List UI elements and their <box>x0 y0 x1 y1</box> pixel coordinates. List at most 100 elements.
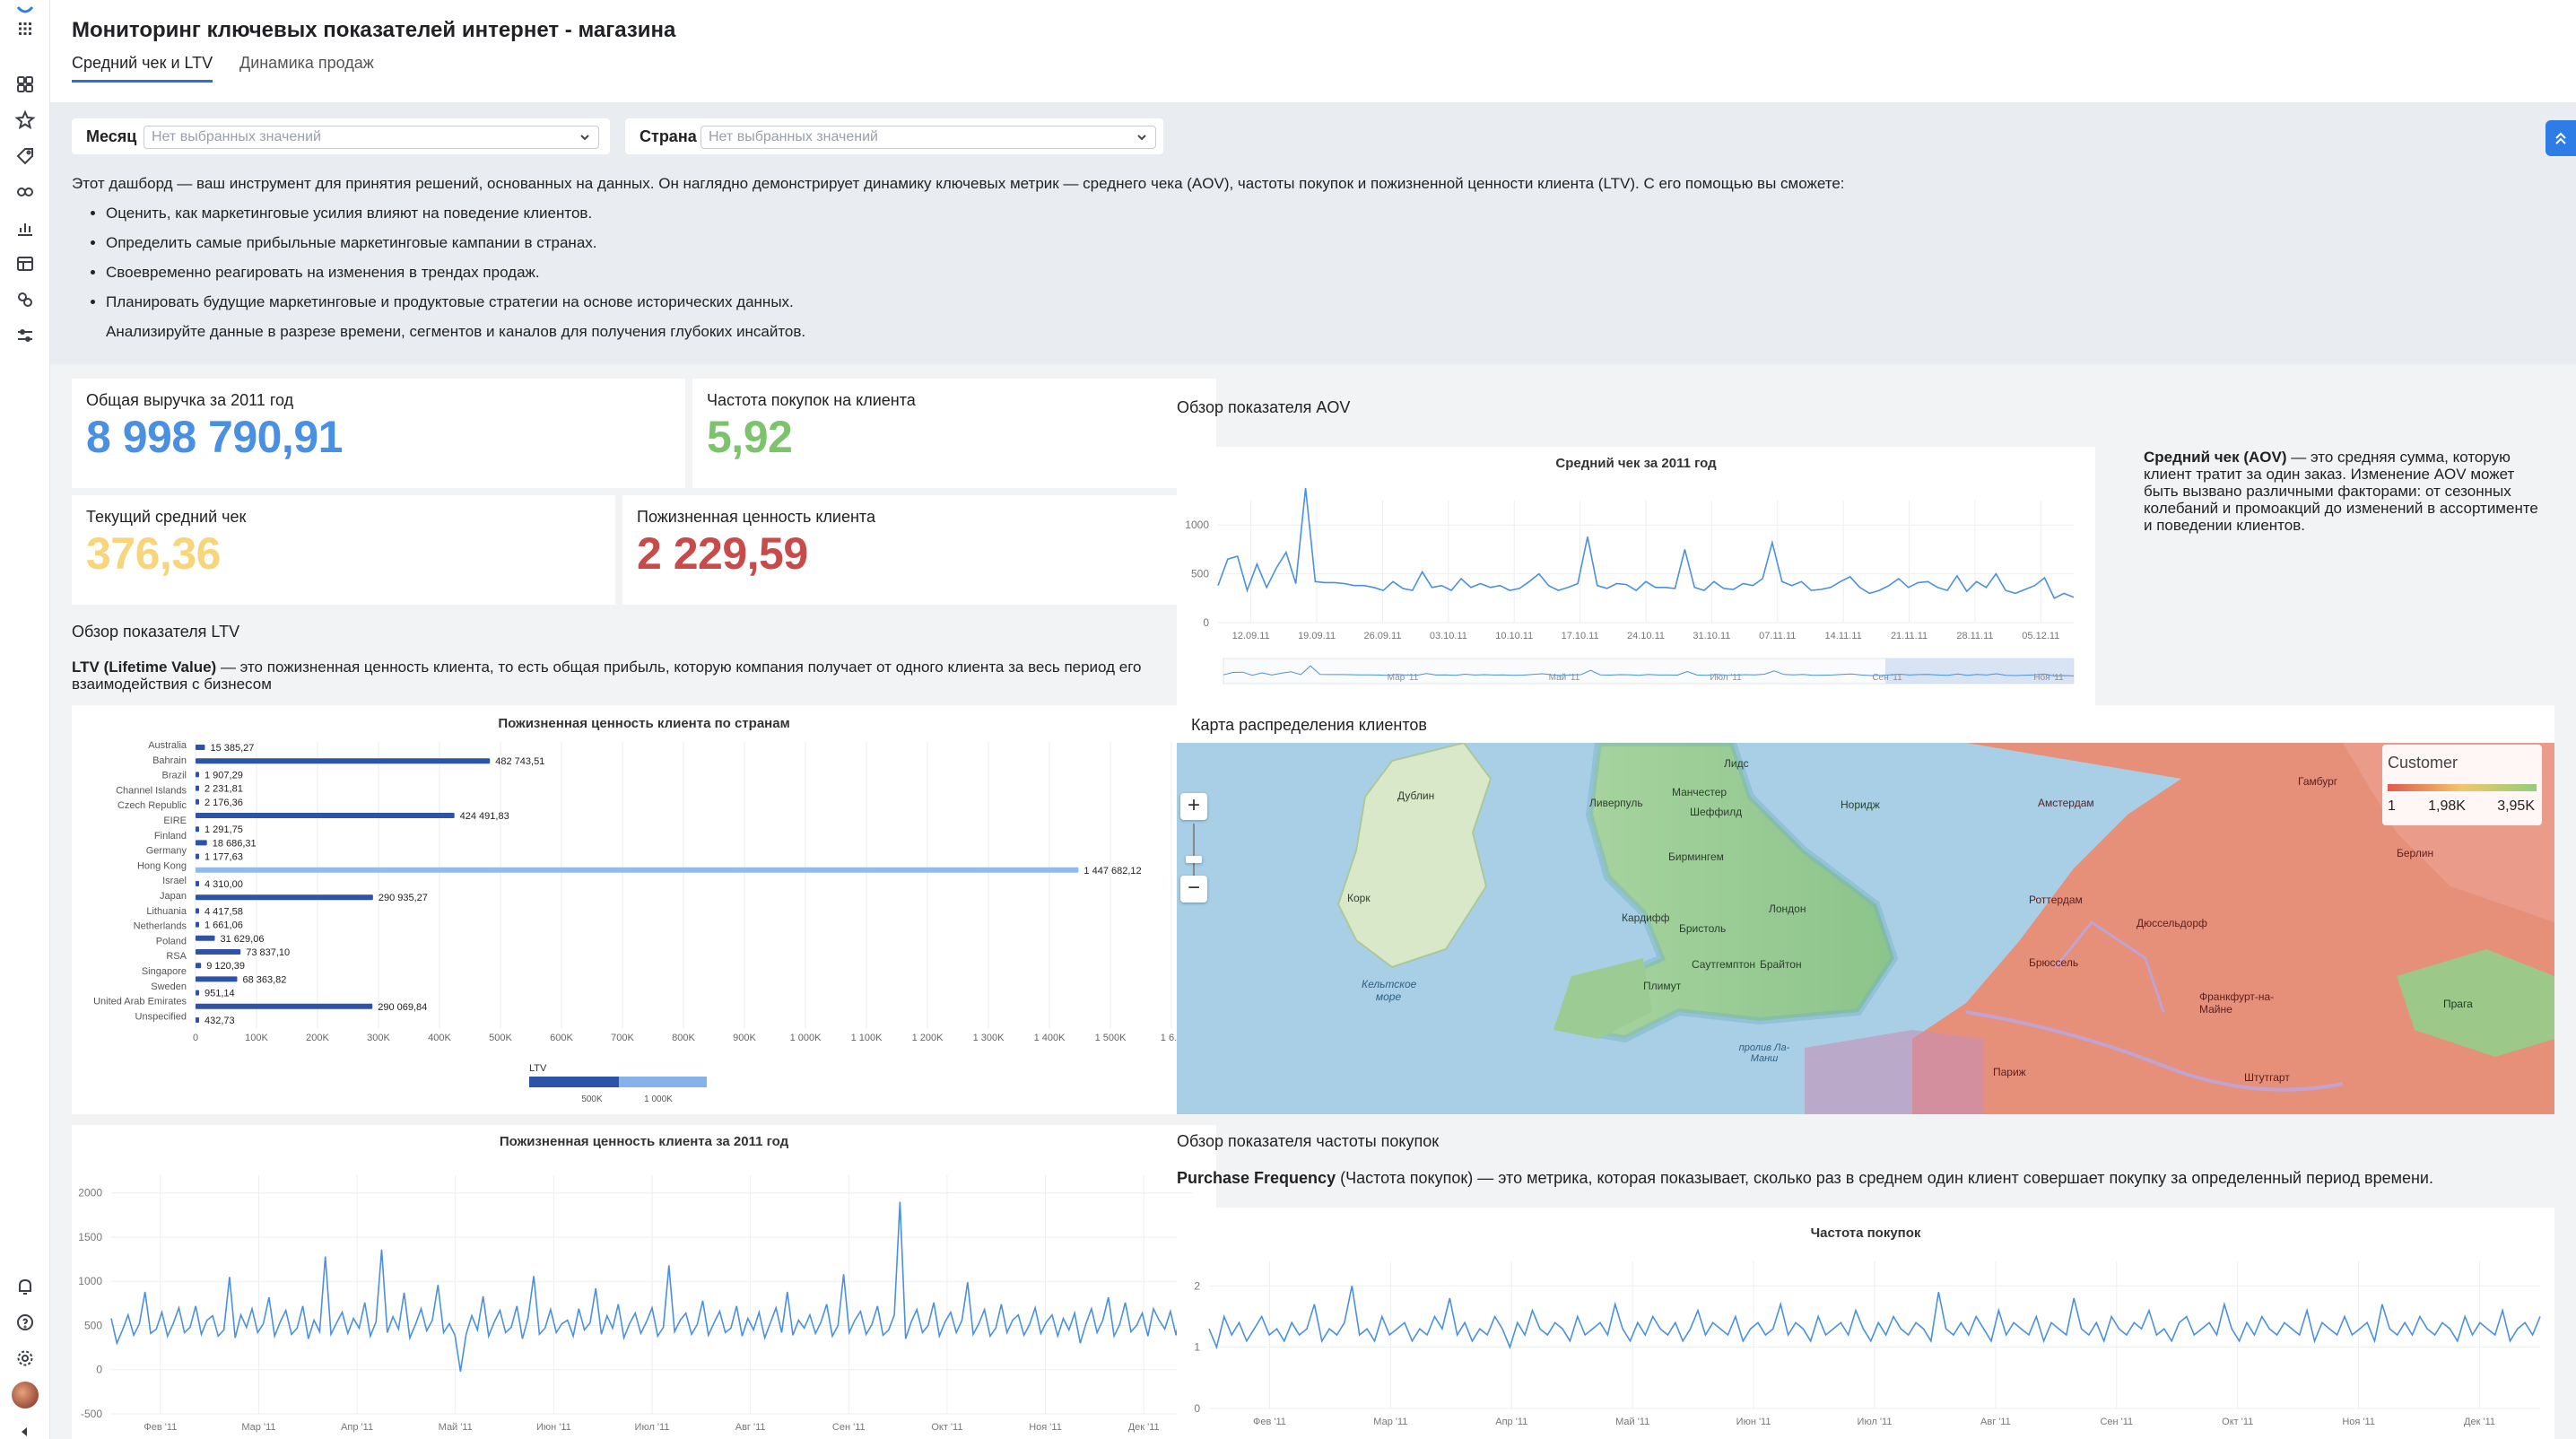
x-tick-label: Авг '11 <box>1980 1417 2011 1427</box>
city-label-dusseldorf: Дюссельдорф <box>2137 917 2207 929</box>
city-label-brussels: Брюссель <box>2029 956 2079 969</box>
zoom-slider-handle[interactable] <box>1186 856 1202 863</box>
category-label: Poland <box>156 936 187 946</box>
settings-sliders-icon[interactable] <box>14 325 36 346</box>
bar <box>196 758 491 764</box>
x-tick-label: 31.10.11 <box>1693 631 1730 641</box>
x-tick-label: Фев '11 <box>1253 1417 1286 1427</box>
dashboard-content: Месяц Нет выбранных значений Страна Нет … <box>50 102 2576 1439</box>
y-tick-label: 0 <box>96 1364 102 1376</box>
x-tick-label: 500K <box>489 1033 512 1043</box>
city-label-brighton: Брайтон <box>1760 958 1802 971</box>
y-tick-label: 1500 <box>78 1231 102 1243</box>
zoom-out-button[interactable]: − <box>1180 876 1207 903</box>
x-tick-label: Ноя '11 <box>1029 1422 1062 1433</box>
apps-grid-icon[interactable] <box>14 18 36 39</box>
kpi-ltv-label: Пожизненная ценность клиента <box>637 508 875 526</box>
collapse-filters-button[interactable] <box>2546 120 2576 156</box>
bar-value-label: 4 310,00 <box>205 879 243 890</box>
y-tick-label: 0 <box>1194 1402 1200 1415</box>
x-tick-label: 900K <box>733 1033 756 1043</box>
app-root: Мониторинг ключевых показателей интернет… <box>0 0 2576 1439</box>
avatar[interactable] <box>12 1382 39 1408</box>
bar-value-label: 1 907,29 <box>205 770 243 781</box>
intro-footer: Анализируйте данные в разрезе времени, с… <box>106 323 806 340</box>
collapse-rail-icon[interactable] <box>14 1421 36 1436</box>
dataset-icon[interactable] <box>14 289 36 310</box>
x-tick-label: Сен '11 <box>832 1422 866 1433</box>
tab-sales-dynamics[interactable]: Динамика продаж <box>239 54 374 80</box>
category-label: Australia <box>148 740 187 751</box>
chevron-down-icon <box>1137 135 1146 141</box>
bar-value-label: 9 120,39 <box>206 961 245 972</box>
bar-value-label: 68 363,82 <box>242 974 286 985</box>
y-tick-label: 500 <box>84 1319 102 1331</box>
x-tick-label: 300K <box>367 1033 390 1043</box>
city-label-hamburg: Гамбург <box>2298 775 2338 788</box>
bar <box>196 990 199 996</box>
x-tick-label: 24.10.11 <box>1627 631 1665 641</box>
bar <box>196 881 199 886</box>
aov-term: Средний чек (AOV) <box>2144 449 2287 466</box>
y-tick-label: 0 <box>1203 616 1209 629</box>
city-label-liverpool: Ливерпуль <box>1589 797 1643 809</box>
kpi-revenue-value: 8 998 790,91 <box>86 412 343 462</box>
dashboard-icon[interactable] <box>14 74 36 95</box>
notifications-icon[interactable] <box>14 1276 36 1297</box>
ltv-by-country-chart: 0 100K 200K 300K 400K 500K 600K 700K 800K 900K 1 0… <box>93 740 1182 1104</box>
zoom-in-button[interactable]: + <box>1180 793 1207 820</box>
y-tick-label: 500 <box>1191 568 1209 580</box>
charts-icon[interactable] <box>14 217 36 239</box>
help-icon[interactable] <box>14 1312 36 1333</box>
star-icon[interactable] <box>14 109 36 131</box>
legend-tick: 500K <box>581 1095 603 1104</box>
map-legend: Customer 1 1,98K 3,95K <box>2382 745 2542 825</box>
customer-map[interactable]: Ливерпуль Манчестер Лидс Шеффилд Бирминг… <box>1177 743 2554 1114</box>
tag-icon[interactable] <box>14 145 36 167</box>
intro-bullet: Определить самые прибыльные маркетинговы… <box>106 228 2511 257</box>
x-tick-label: 21.11.11 <box>1891 631 1928 641</box>
logo-icon[interactable] <box>14 0 36 13</box>
x-tick-label: 1 200K <box>912 1033 944 1043</box>
kpi-ltv-card: Пожизненная ценность клиента 2 229,59 <box>622 495 1216 605</box>
bar <box>196 921 199 928</box>
x-tick-label: Июл '11 <box>635 1422 670 1433</box>
bar <box>196 949 241 955</box>
table-icon[interactable] <box>14 253 36 275</box>
gear-icon[interactable] <box>14 1347 36 1369</box>
bar <box>196 1017 199 1023</box>
category-label: Bahrain <box>152 755 187 766</box>
month-select[interactable]: Нет выбранных значений <box>144 126 599 149</box>
city-label-dublin: Дублин <box>1397 789 1435 802</box>
chevron-down-icon <box>580 135 589 141</box>
map-legend-title: Customer <box>2388 754 2459 772</box>
x-tick-label: 600K <box>550 1033 573 1043</box>
x-tick-label: 17.10.11 <box>1562 631 1599 641</box>
x-tick-label: Апр '11 <box>1495 1417 1527 1427</box>
category-label: Czech Republic <box>117 800 187 811</box>
bar-value-label: 1 447 682,12 <box>1083 866 1141 876</box>
y-tick-label: -500 <box>81 1408 102 1420</box>
city-label-plymouth: Плимут <box>1643 980 1682 992</box>
navigator-label: Сен '11 <box>1872 673 1902 683</box>
x-tick-label: 05.12.11 <box>2022 631 2059 641</box>
month-filter: Месяц Нет выбранных значений <box>72 118 610 154</box>
ltv-desc-text: — это пожизненная ценность клиента, то е… <box>72 658 1142 693</box>
page-title: Мониторинг ключевых показателей интернет… <box>72 18 676 42</box>
tab-aov-ltv[interactable]: Средний чек и LTV <box>72 54 213 83</box>
category-label: Channel Islands <box>116 785 187 796</box>
connections-icon[interactable] <box>14 181 36 203</box>
category-label: Singapore <box>142 966 187 977</box>
month-select-placeholder: Нет выбранных значений <box>152 129 321 144</box>
country-select[interactable]: Нет выбранных значений <box>701 126 1156 149</box>
kpi-aov-card: Текущий средний чек 376,36 <box>72 495 615 605</box>
x-tick-label: Ноя '11 <box>2342 1417 2375 1427</box>
bar-value-label: 1 661,06 <box>205 920 243 931</box>
freq-description: Purchase Frequency (Частота покупок) — э… <box>1177 1170 2540 1187</box>
bar <box>196 785 199 791</box>
bar-value-label: 1 177,63 <box>205 852 243 863</box>
intro-bullet: Своевременно реагировать на изменения в … <box>106 257 2511 287</box>
y-tick-label: 1000 <box>1185 519 1209 531</box>
ltv-2011-chart: -500 0 500 1000 1500 2000 Фев '11 Мар '11 Апр '1… <box>78 1175 1194 1433</box>
map-legend-max: 3,95K <box>2497 798 2535 814</box>
